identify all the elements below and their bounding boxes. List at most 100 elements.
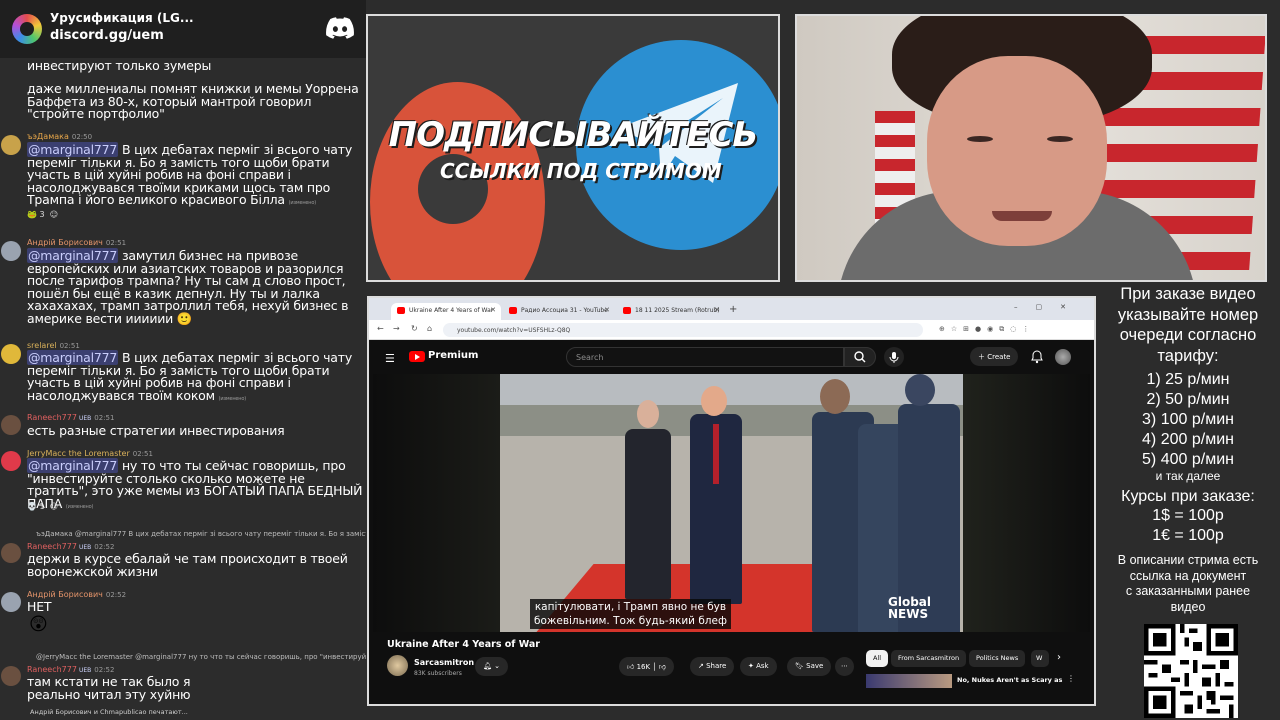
- streamer-eye: [1047, 136, 1073, 142]
- window-controls[interactable]: –▢✕: [1014, 303, 1084, 311]
- chip-from-channel[interactable]: From Sarcasmitron: [891, 650, 967, 667]
- close-tab-icon[interactable]: ✕: [604, 306, 610, 314]
- avatar[interactable]: [1, 451, 21, 471]
- avatar[interactable]: [1, 666, 21, 686]
- subtitle-line: божевільним. Тож будь-який блеф: [534, 615, 727, 627]
- avatar[interactable]: [1, 135, 21, 155]
- youtube-logo-icon[interactable]: [409, 351, 425, 362]
- stream-layout: Урусификация (LG... discord.gg/uem инвес…: [0, 0, 1280, 720]
- username[interactable]: Андрій Борисович 02:51: [27, 238, 126, 247]
- like-button[interactable]: 👍︎ 16K │ 👎︎: [619, 657, 674, 676]
- thumbs-up-icon: 👍︎: [627, 663, 635, 671]
- username-text: Raneech777: [27, 665, 77, 674]
- news-watermark: Global NEWS: [888, 596, 931, 620]
- figure-head: [820, 379, 850, 414]
- webcam-feed: [795, 14, 1267, 282]
- note-line: ссылка на документ: [1129, 568, 1247, 583]
- subtitle-line: капітулювати, і Трамп явно не був: [534, 601, 727, 613]
- share-button[interactable]: ↗ Share: [690, 657, 735, 676]
- username[interactable]: Raneech777 UEB 02:52: [27, 665, 114, 674]
- avatar[interactable]: [1, 543, 21, 563]
- username-text: JerryMacc the Loremaster: [27, 449, 130, 458]
- search-input[interactable]: Search: [566, 347, 844, 367]
- create-label: Create: [987, 353, 1011, 361]
- reaction[interactable]: 🐸 3 ☺: [27, 210, 58, 219]
- forward-icon[interactable]: →: [393, 324, 400, 333]
- reply-preview[interactable]: @JerryMacc the Loremaster @marginal777 н…: [36, 653, 366, 661]
- emoji-icon: 🙂: [176, 310, 193, 326]
- ask-button[interactable]: ✦ Ask: [740, 657, 777, 676]
- chip-more[interactable]: W: [1031, 650, 1049, 667]
- chip-all[interactable]: All: [866, 650, 889, 667]
- extension-icons[interactable]: ⊕☆⊞●◉⧉◌⋮: [939, 325, 1035, 334]
- account-avatar[interactable]: [1055, 349, 1071, 365]
- add-reaction-icon[interactable]: ☺: [50, 502, 58, 511]
- rates-heading: Курсы при заказе:: [1121, 488, 1255, 505]
- video-player[interactable]: капітулювати, і Трамп явно не був божеві…: [373, 374, 1090, 632]
- new-tab-icon[interactable]: +: [729, 304, 737, 315]
- role-badge: UEB: [78, 544, 92, 551]
- browser-tab[interactable]: Ukraine After 4 Years of War ✕: [391, 303, 501, 320]
- subscribe-bell-button[interactable]: 🔔︎ ⌄: [475, 657, 508, 676]
- browser-tab[interactable]: 18 11 2025 Stream (Rotrub) ✕: [617, 303, 725, 320]
- channel-avatar[interactable]: [387, 655, 408, 676]
- avatar[interactable]: [1, 241, 21, 261]
- server-invite-link[interactable]: discord.gg/uem: [50, 28, 164, 43]
- username[interactable]: Андрій Борисович 02:52: [27, 590, 126, 599]
- url-field[interactable]: youtube.com/watch?v=USFSHLz-Q8Q: [443, 323, 923, 337]
- channel-name[interactable]: Sarcasmitron: [414, 658, 474, 667]
- back-icon[interactable]: ←: [377, 324, 384, 333]
- price-heading-line: указывайте номер: [1117, 305, 1259, 324]
- price-tier: 1) 25 р/мин: [1146, 371, 1230, 388]
- rate-line: 1$ = 100р: [1152, 507, 1224, 524]
- home-icon[interactable]: ⌂: [427, 324, 432, 333]
- price-heading-line: При заказе видео: [1120, 285, 1256, 303]
- description-note: В описании стрима есть ссылка на докумен…: [1096, 553, 1280, 615]
- timestamp: 02:51: [59, 342, 80, 350]
- figure-head: [637, 400, 659, 428]
- more-actions-button[interactable]: ⋯: [835, 657, 854, 676]
- timestamp: 02:51: [105, 239, 127, 247]
- close-tab-icon[interactable]: ✕: [490, 306, 496, 314]
- close-tab-icon[interactable]: ✕: [714, 306, 720, 314]
- related-video-thumbnail[interactable]: [866, 674, 952, 688]
- voice-search-button[interactable]: [884, 347, 904, 367]
- save-button[interactable]: 🔖︎ Save: [787, 657, 832, 676]
- price-tier: 4) 200 р/мин: [1142, 431, 1234, 448]
- video-subtitles: капітулювати, і Трамп явно не був божеві…: [530, 599, 731, 629]
- browser-tab[interactable]: Радио Ассоциа 31 - YouTube ✕: [503, 303, 615, 320]
- username[interactable]: ъэДамака 02:50: [27, 132, 92, 141]
- timestamp: 02:52: [94, 666, 115, 674]
- username[interactable]: Raneech777 UEB 02:52: [27, 542, 114, 551]
- username-text: Raneech777: [27, 413, 77, 422]
- notifications-bell-icon[interactable]: [1030, 350, 1044, 364]
- skull-emoji-icon: 💀: [27, 502, 37, 511]
- frog-emoji-icon: 🐸: [27, 210, 37, 219]
- username[interactable]: Raneech777 UEB 02:51: [27, 413, 114, 422]
- create-button[interactable]: ＋ Create: [970, 347, 1018, 366]
- discord-chat-overlay: Урусификация (LG... discord.gg/uem инвес…: [0, 0, 366, 720]
- reload-icon[interactable]: ↻: [411, 324, 418, 333]
- reply-preview[interactable]: ъэДамака @marginal777 В цих дебатах перм…: [36, 530, 366, 538]
- menu-icon[interactable]: ☰: [385, 352, 395, 365]
- username[interactable]: srelarel 02:51: [27, 341, 80, 350]
- add-reaction-icon[interactable]: ☺: [50, 210, 58, 219]
- chat-feed[interactable]: инвестируют только зумеры даже миллениал…: [0, 58, 366, 720]
- figure-head: [905, 374, 935, 406]
- related-video-title[interactable]: No, Nukes Aren't as Scary as: [957, 676, 1062, 684]
- chip-politics-news[interactable]: Politics News: [969, 650, 1026, 667]
- avatar[interactable]: [1, 415, 21, 435]
- reaction[interactable]: 💀 1 ☺: [27, 502, 58, 511]
- search-button[interactable]: [844, 347, 876, 367]
- username-text: Андрій Борисович: [27, 238, 103, 247]
- note-line: с заказанными ранее: [1125, 584, 1251, 598]
- avatar[interactable]: [1, 344, 21, 364]
- youtube-brand[interactable]: Premium: [428, 350, 478, 361]
- edited-marker: (изменено): [288, 200, 317, 207]
- kebab-menu-icon[interactable]: ⋮: [1067, 674, 1075, 683]
- timestamp: 02:51: [94, 414, 115, 422]
- username[interactable]: JerryMacc the Loremaster 02:51: [27, 449, 153, 458]
- chevron-right-icon[interactable]: ›: [1057, 652, 1061, 663]
- chevron-down-icon: ⌄: [494, 662, 500, 670]
- avatar[interactable]: [1, 592, 21, 612]
